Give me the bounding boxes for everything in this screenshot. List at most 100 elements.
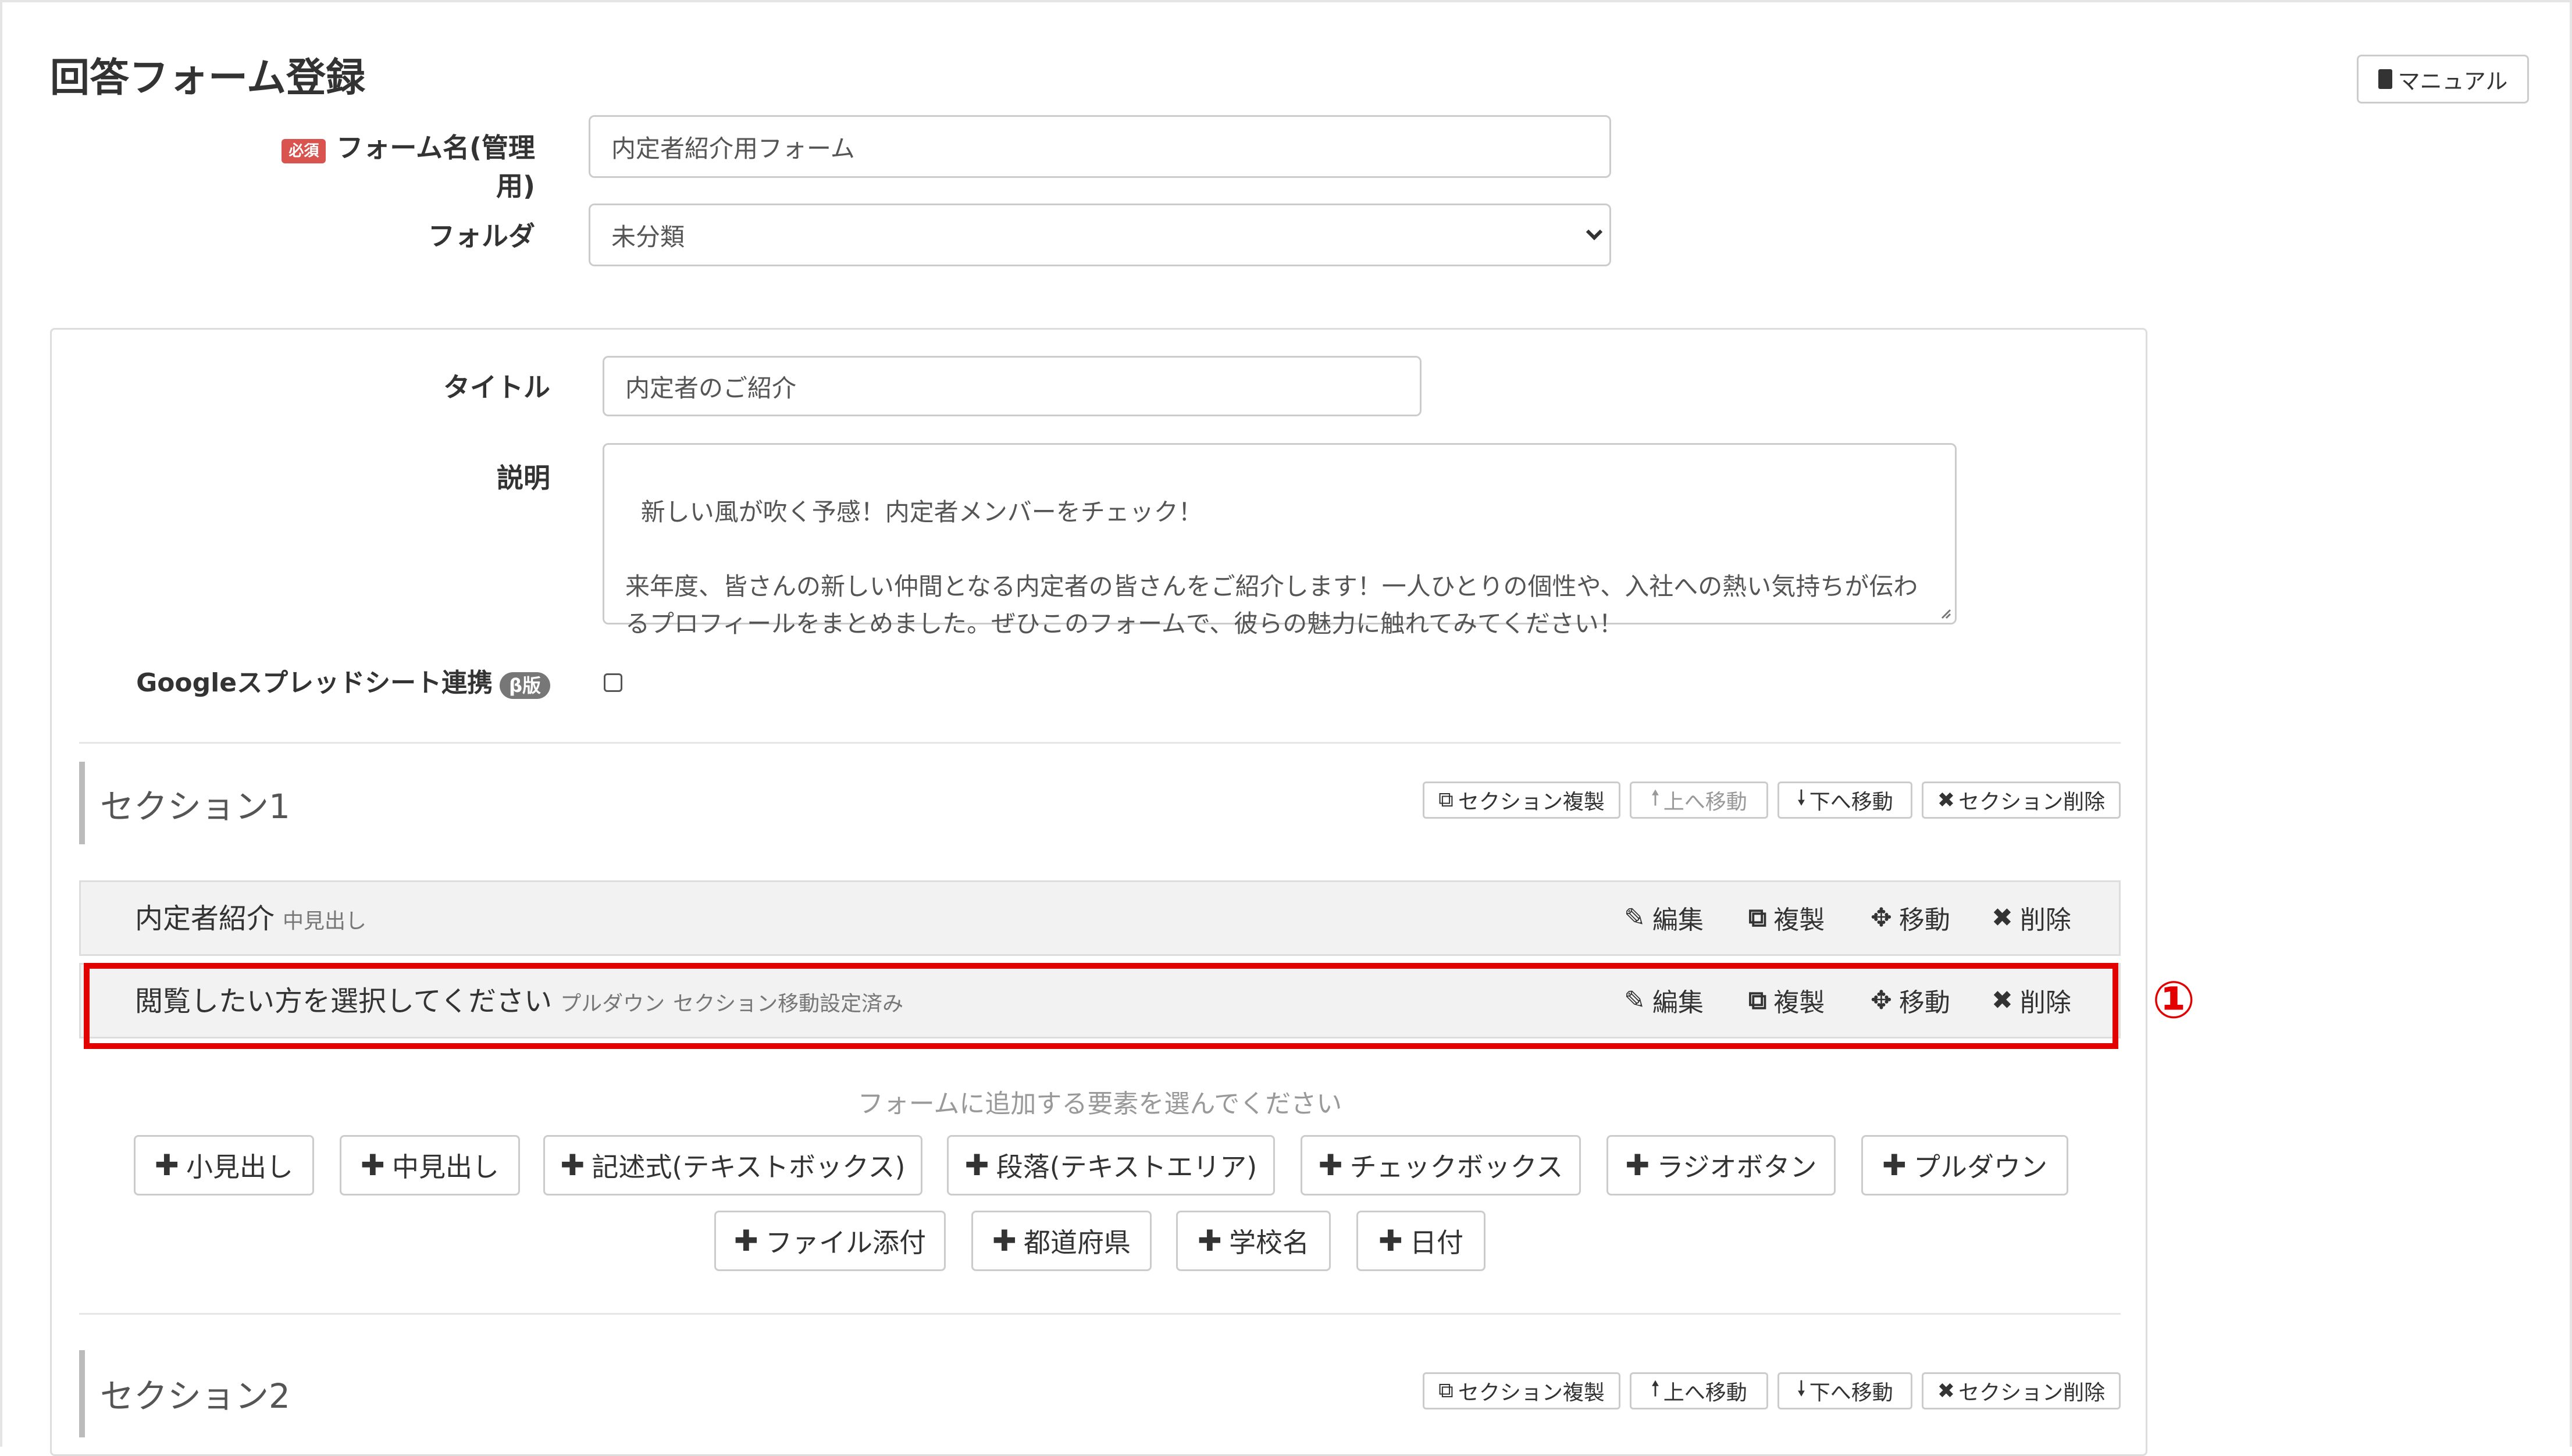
manual-button[interactable]: マニュアル [2357,55,2529,104]
item-title: 内定者紹介 [135,902,275,935]
section-1-delete-button[interactable]: ✖ セクション削除 [1922,781,2121,819]
move-icon: ✥ [1871,902,1892,933]
move-label: 移動 [1898,905,1950,935]
add-button-label: プルダウン [1913,1151,2047,1183]
add-textbox-button[interactable]: ✚ 記述式(テキストボックス) [543,1135,922,1196]
add-school-button[interactable]: ✚ 学校名 [1176,1211,1331,1271]
item-note: セクション移動設定済み [673,992,904,1016]
section-2-title: セクション2 [100,1376,290,1416]
delete-label: 削除 [2019,988,2071,1018]
copy-label: 複製 [1773,905,1825,935]
item-1-move-button[interactable]: ✥ 移動 [1871,899,1950,936]
resize-handle-icon[interactable] [1939,606,1951,619]
item-2-edit-button[interactable]: ✎ 編集 [1624,982,1704,1019]
manual-button-label: マニュアル [2398,68,2508,94]
add-date-button[interactable]: ✚ 日付 [1356,1211,1486,1271]
add-button-label: 日付 [1409,1227,1463,1258]
folder-label: フォルダ [428,220,535,252]
section-up-label: 上へ移動 [1663,790,1747,814]
section-1-title: セクション1 [100,787,290,826]
copy-icon: ⧉ [1748,985,1767,1015]
google-sheet-checkbox[interactable] [604,673,622,692]
add-button-label: ファイル添付 [765,1227,926,1258]
plus-icon: ✚ [992,1224,1017,1258]
section-down-label: 下へ移動 [1809,790,1893,814]
form-name-input[interactable]: 内定者紹介用フォーム [589,115,1611,178]
section-2-up-button[interactable]: 🠕 上へ移動 [1630,1372,1768,1409]
add-button-label: 都道府県 [1023,1227,1131,1258]
google-sheet-label: Googleスプレッドシート連携 [136,668,493,698]
plus-icon: ✚ [734,1224,758,1258]
plus-icon: ✚ [1318,1148,1343,1182]
item-2-text: 閲覧したい方を選択してください プルダウン セクション移動設定済み [135,978,903,1019]
section-delete-label: セクション削除 [1958,1381,2106,1405]
section-down-label: 下へ移動 [1809,1381,1893,1405]
section-1-up-button[interactable]: 🠕 上へ移動 [1630,781,1768,819]
close-icon: ✖ [1992,902,2013,933]
pencil-icon: ✎ [1624,902,1645,933]
arrow-up-icon: 🠕 [1651,786,1660,810]
item-1-copy-button[interactable]: ⧉ 複製 [1748,899,1825,936]
section-1-bar [79,762,85,844]
copy-icon: ⧉ [1438,1379,1454,1403]
arrow-down-icon: 🠗 [1797,1376,1806,1401]
add-textarea-button[interactable]: ✚ 段落(テキストエリア) [947,1135,1275,1196]
description-label: 説明 [497,462,550,494]
add-prefecture-button[interactable]: ✚ 都道府県 [971,1211,1152,1271]
edit-label: 編集 [1652,988,1704,1018]
section-2-copy-button[interactable]: ⧉ セクション複製 [1423,1372,1620,1409]
add-radio-button[interactable]: ✚ ラジオボタン [1606,1135,1836,1196]
section-up-label: 上へ移動 [1663,1381,1747,1405]
form-name-label: フォーム名(管理用) [336,132,535,202]
annotation-marker: ① [2152,970,2196,1030]
plus-icon: ✚ [1378,1224,1403,1258]
edit-label: 編集 [1652,905,1704,935]
plus-icon: ✚ [560,1148,585,1182]
description-textarea[interactable]: 新しい風が吹く予感！内定者メンバーをチェック！ 来年度、皆さんの新しい仲間となる… [603,443,1957,638]
item-type: プルダウン [560,992,665,1016]
delete-label: 削除 [2019,905,2071,935]
section-copy-label: セクション複製 [1458,790,1605,814]
item-1-delete-button[interactable]: ✖ 削除 [1992,899,2071,936]
add-pulldown-button[interactable]: ✚ プルダウン [1861,1135,2068,1196]
add-button-label: 中見出し [391,1151,499,1183]
item-2-delete-button[interactable]: ✖ 削除 [1992,982,2071,1019]
arrow-up-icon: 🠕 [1651,1376,1660,1401]
section-1-copy-button[interactable]: ⧉ セクション複製 [1423,781,1620,819]
form-name-value: 内定者紹介用フォーム [611,134,855,163]
folder-select[interactable]: 未分類 [589,204,1611,266]
section-delete-label: セクション削除 [1958,790,2106,814]
title-value: 内定者のご紹介 [625,373,797,402]
add-button-label: 学校名 [1228,1227,1309,1258]
divider [79,1313,2121,1315]
item-2-move-button[interactable]: ✥ 移動 [1871,982,1950,1019]
copy-label: 複製 [1773,988,1825,1018]
add-file-button[interactable]: ✚ ファイル添付 [714,1211,946,1271]
book-icon [2378,69,2392,89]
item-title: 閲覧したい方を選択してください [135,985,553,1018]
section-2-down-button[interactable]: 🠗 下へ移動 [1777,1372,1912,1409]
page-title: 回答フォーム登録 [50,55,365,101]
plus-icon: ✚ [1625,1148,1650,1182]
item-1-edit-button[interactable]: ✎ 編集 [1624,899,1704,936]
add-checkbox-button[interactable]: ✚ チェックボックス [1301,1135,1581,1196]
description-value: 新しい風が吹く予感！内定者メンバーをチェック！ 来年度、皆さんの新しい仲間となる… [625,498,1918,638]
section-2-bar [79,1350,85,1437]
beta-badge: β版 [500,672,550,699]
section-copy-label: セクション複製 [1458,1381,1605,1405]
item-2-copy-button[interactable]: ⧉ 複製 [1748,982,1825,1019]
item-type: 中見出し [283,909,367,933]
title-input[interactable]: 内定者のご紹介 [603,356,1422,416]
add-button-label: ラジオボタン [1657,1151,1817,1183]
form-name-label-row: 必須 フォーム名(管理用) [244,127,535,204]
section-2-delete-button[interactable]: ✖ セクション削除 [1922,1372,2121,1409]
section-1-down-button[interactable]: 🠗 下へ移動 [1777,781,1912,819]
pencil-icon: ✎ [1624,985,1645,1015]
google-sheet-label-row: Googleスプレッドシート連携 β版 [116,662,550,699]
plus-icon: ✚ [1198,1224,1222,1258]
add-small-heading-button[interactable]: ✚ 小見出し [134,1135,314,1196]
copy-icon: ⧉ [1748,902,1767,933]
close-icon: ✖ [1992,985,2013,1015]
add-medium-heading-button[interactable]: ✚ 中見出し [340,1135,520,1196]
move-label: 移動 [1898,988,1950,1018]
